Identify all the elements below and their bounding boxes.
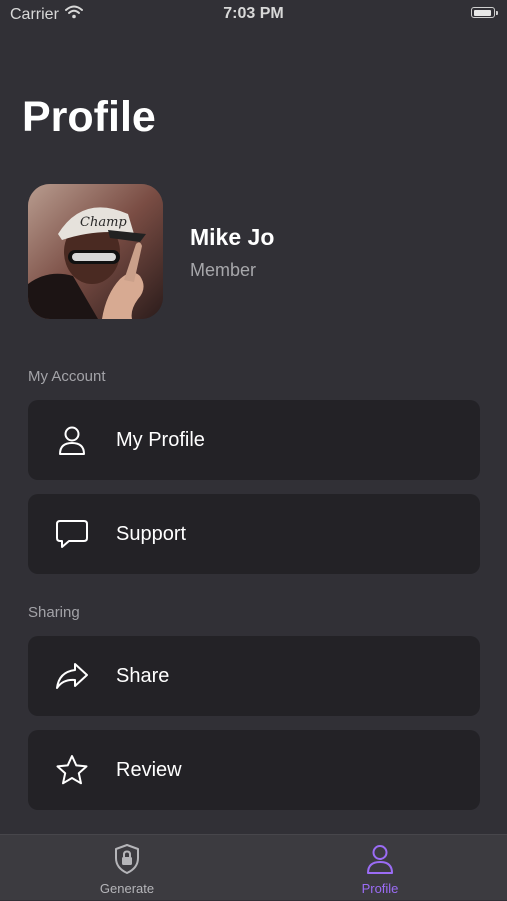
user-name: Mike Jo [190, 224, 275, 250]
share-arrow-icon [54, 658, 90, 694]
user-role: Member [190, 260, 257, 280]
tab-label-generate: Generate [99, 881, 155, 896]
tab-profile[interactable]: Profile [315, 835, 445, 901]
row-review[interactable]: Review [28, 730, 480, 810]
status-time: 7:03 PM [223, 5, 284, 22]
row-share[interactable]: Share [28, 636, 480, 716]
status-bar: Carrier 7:03 PM [0, 0, 507, 30]
lock-shield-icon [111, 843, 143, 875]
person-icon [54, 422, 90, 458]
svg-text:Champ: Champ [80, 215, 127, 230]
row-label-share: Share [116, 664, 170, 687]
section-label-my-account: My Account [28, 368, 106, 385]
avatar[interactable]: Champ [28, 184, 163, 319]
tab-generate[interactable]: Generate [62, 835, 192, 901]
section-label-sharing: Sharing [28, 604, 80, 621]
row-support[interactable]: Support [28, 494, 480, 574]
tab-label-profile: Profile [361, 881, 399, 896]
row-my-profile[interactable]: My Profile [28, 400, 480, 480]
avatar-photo: Champ [28, 184, 163, 319]
tab-bar: Generate Profile [0, 834, 507, 900]
battery-icon [471, 7, 498, 18]
row-label-my-profile: My Profile [116, 428, 205, 451]
person-icon [364, 843, 396, 875]
chat-bubble-icon [54, 516, 90, 552]
page-title: Profile [22, 93, 156, 141]
star-icon [54, 752, 90, 788]
row-label-support: Support [116, 522, 187, 545]
row-label-review: Review [116, 758, 182, 781]
